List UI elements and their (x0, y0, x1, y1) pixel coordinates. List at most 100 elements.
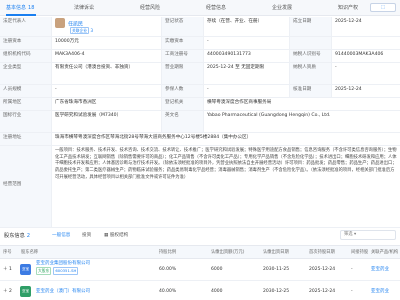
empty-value (332, 37, 400, 49)
org-code-label: 组织机构代码 (0, 50, 52, 62)
insured-value: - (204, 85, 290, 97)
taxpayer-qual-label: 纳税人资质 (290, 63, 332, 84)
equity-structure-link[interactable]: ▦ 股权结构 (104, 232, 128, 238)
tab-basic-info[interactable]: 基本信息 18 (6, 4, 34, 11)
term-value: 2025-12-24 至 无固定期限 (204, 63, 290, 84)
shareholders-title: 股东信息 2 (4, 232, 30, 239)
insured-label: 参保人数 (162, 85, 204, 97)
legal-rep-related[interactable]: 关联企业 3 (68, 27, 158, 35)
row-index-number: 1 (8, 267, 12, 272)
empty-label (290, 37, 332, 49)
info-row: 法定代表人 任凯民 关联企业 3 登记状态 存续（在营、开业、在册） 成立日期 … (0, 17, 400, 37)
column-header: 序号 (0, 246, 18, 259)
shareholders-header: 股东信息 2 一般信息 投资 ▦ 股权结构 筛选 ▾ (0, 229, 400, 243)
shareholder-cell: 亚宝药业（澳门）有限公司 (33, 281, 156, 300)
related-product[interactable]: 亚宝药业 (368, 259, 400, 280)
shareholder-tags: 大股东 600351.SH (36, 267, 153, 275)
table-row[interactable]: ＋ 2 亚宝 亚宝药业（澳门）有限公司 40.00% 4000 2030-12-… (0, 281, 400, 300)
avatar (55, 18, 65, 28)
tab-operation[interactable]: 经营信息 (206, 4, 226, 11)
row-index: ＋ 2 (0, 281, 18, 300)
info-row: 经营范围 一般项目：技术服务、技术开发、技术咨询、技术交流、技术转让、技术推广；… (0, 146, 400, 228)
est-date-value: 2025-12-24 (335, 19, 362, 24)
approval-date-label: 核准日期 (290, 85, 332, 97)
staff-size-value: - (52, 85, 162, 97)
row-index: ＋ 1 (0, 259, 18, 280)
subscribed-date: 2030-11-25 (263, 267, 290, 272)
holding-ratio: 60.00% (159, 267, 177, 272)
company-logo: 亚宝 (20, 264, 31, 275)
related-tag: 关联企业 (70, 27, 90, 35)
taxpayer-id-value: 91440003MAK3A406 (335, 52, 384, 57)
export-icon[interactable]: ⬚ (370, 3, 396, 12)
active-tab-indicator (6, 14, 36, 16)
column-header: 持股比例 (156, 246, 208, 259)
row-index-number: 2 (8, 289, 12, 294)
english-name-label: 英文名 (162, 111, 204, 132)
tab-legal[interactable]: 法律诉讼 (74, 4, 94, 11)
section-tabbar: 基本信息 18 法律诉讼 经营风险 经营信息 企业发展 知识产权 ⬚ (0, 0, 400, 16)
authority-value: 横琴粤澳深度合作区商事服务局 (207, 100, 272, 105)
section-count: 2 (26, 233, 31, 239)
staff-size-label: 人员规模 (0, 85, 52, 97)
status-value: 存续（在营、开业、在册） (204, 17, 290, 36)
tab-general[interactable]: 一般信息 (52, 232, 70, 238)
info-row: 所属地区 广东省珠海市香洲区 登记机关 横琴粤澳深度合作区商事服务局 (0, 98, 400, 111)
scope-value: 一般项目：技术服务、技术开发、技术咨询、技术交流、技术转让、技术推广；医学研究和… (55, 148, 397, 180)
related-count: 3 (90, 28, 94, 33)
first-hold-date: 2025-12-24 (309, 289, 336, 294)
section-title: 股东信息 (4, 233, 25, 239)
address-value: 珠海市横琴粤澳深度合作区琴海北街28号琴海大道商务服务中心12号楼5楼2884（… (55, 135, 252, 140)
authority-label: 登记机关 (162, 98, 204, 110)
taxpayer-qual-value: - (335, 65, 337, 70)
shareholders-table: 序号 股东名称 持股比例 认缴出资额(万元) 认缴出资日期 首次持股日期 间接持… (0, 245, 400, 297)
tab-count: 18 (28, 5, 35, 11)
indirect-holding: - (351, 267, 353, 272)
tab-investment[interactable]: 投资 (82, 232, 91, 238)
legal-rep-cell: 任凯民 关联企业 3 (52, 17, 162, 36)
tab-ip[interactable]: 知识产权 (338, 4, 358, 11)
info-row: 企业类型 有限责任公司（港澳台投资、非独资） 营业期限 2025-12-24 至… (0, 63, 400, 85)
column-header: 间接持股 (348, 246, 368, 259)
shareholder-cell: 亚宝药业集团股份有限公司 大股东 600351.SH (33, 259, 156, 280)
related-product[interactable]: 亚宝药业 (368, 281, 400, 300)
tab-risk[interactable]: 经营风险 (140, 4, 160, 11)
status-label: 登记状态 (162, 17, 204, 36)
column-header: 认缴出资额(万元) (208, 246, 260, 259)
legal-rep-label: 法定代表人 (0, 17, 52, 36)
taxpayer-id-label: 纳税人识别号 (290, 50, 332, 62)
subscribed-amount: 6000 (211, 267, 223, 272)
filter-dropdown[interactable]: 筛选 ▾ (340, 230, 396, 240)
biz-reg-label: 工商注册号 (162, 50, 204, 62)
english-name-value: Yabao Pharmaceutical (Guangdong Hengqin)… (207, 113, 331, 118)
region-label: 所属地区 (0, 98, 52, 110)
holding-ratio: 40.00% (159, 289, 177, 294)
company-type-label: 企业类型 (0, 63, 52, 84)
approval-date-value: 2025-12-24 (335, 87, 362, 92)
info-row: 注册地址 珠海市横琴粤澳深度合作区琴海北街28号琴海大道商务服务中心12号楼5楼… (0, 133, 400, 146)
equity-structure-label: 股权结构 (109, 233, 129, 238)
term-label: 营业期限 (162, 63, 204, 84)
subscribed-amount: 4000 (211, 289, 223, 294)
table-row[interactable]: ＋ 1 亚宝 亚宝药业集团股份有限公司 大股东 600351.SH 60.00% … (0, 259, 400, 281)
column-header: 首次持股日期 (306, 246, 348, 259)
paid-capital-label: 实缴资本 (162, 37, 204, 49)
industry-value: 医学研究和试验发展（M7340） (52, 111, 162, 132)
info-row: 人员规模 - 参保人数 - 核准日期 2025-12-24 (0, 85, 400, 98)
shareholder-name[interactable]: 亚宝药业（澳门）有限公司 (36, 289, 90, 294)
stock-code-tag[interactable]: 600351.SH (53, 267, 79, 275)
address-label: 注册地址 (0, 133, 52, 145)
subscribed-date: 2030-12-25 (263, 289, 290, 294)
column-header: 认缴出资日期 (260, 246, 306, 259)
paid-capital-value: - (204, 37, 290, 49)
reg-capital-label: 注册资本 (0, 37, 52, 49)
biz-reg-value: 440003490131773 (204, 50, 290, 62)
column-header: 股东名称 (18, 246, 156, 259)
first-hold-date: 2025-12-24 (309, 267, 336, 272)
org-code-value: MAK3A406-4 (52, 50, 162, 62)
tab-label: 基本信息 (6, 5, 27, 11)
info-row: 注册资本 10000万元 实缴资本 - (0, 37, 400, 50)
scope-label: 经营范围 (0, 146, 52, 227)
company-logo: 亚宝 (20, 286, 31, 297)
tab-development[interactable]: 企业发展 (272, 4, 292, 11)
